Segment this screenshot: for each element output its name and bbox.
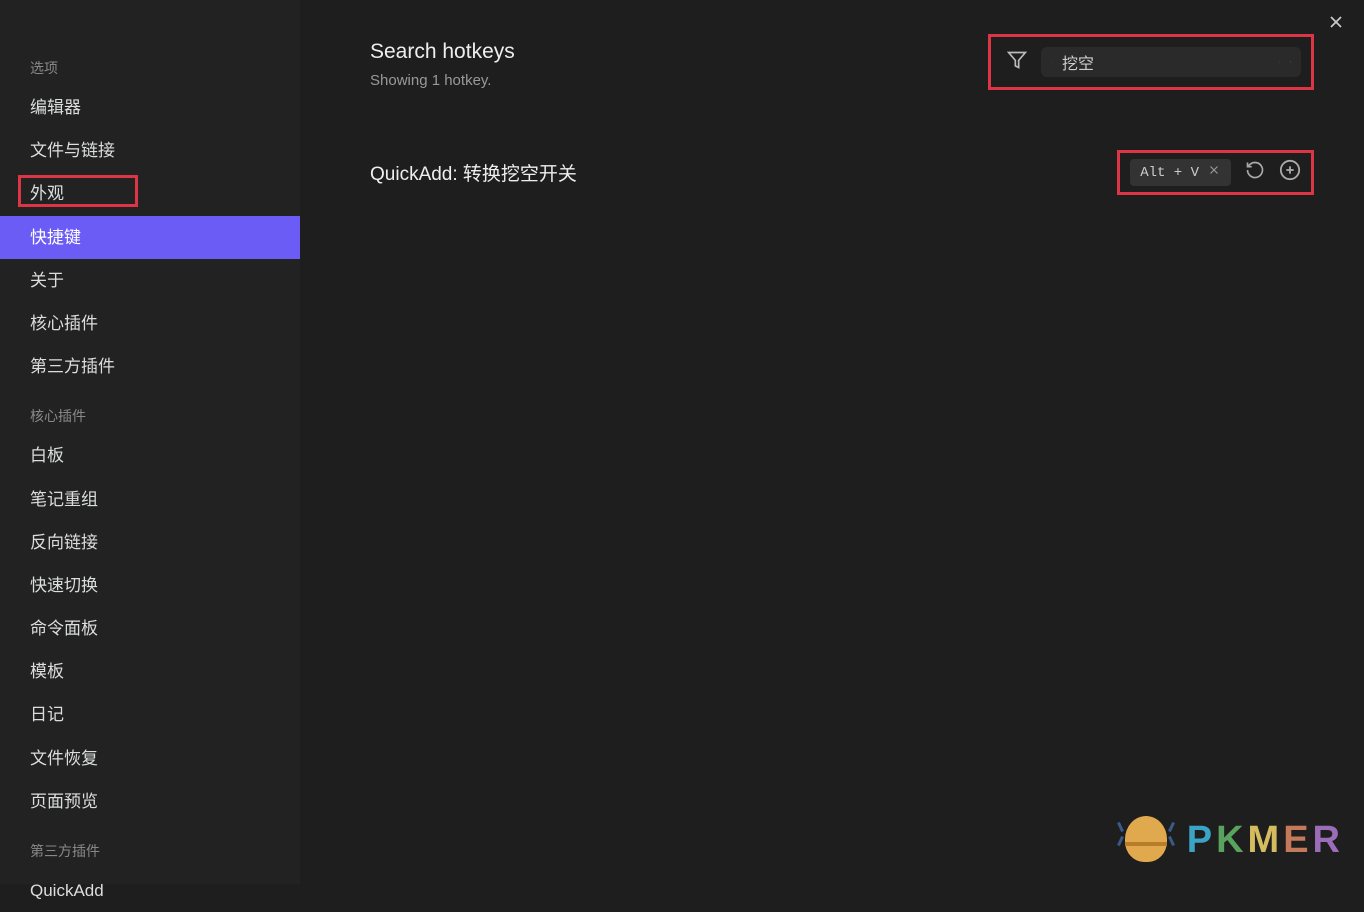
close-button[interactable] bbox=[1326, 12, 1346, 37]
keyboard-icon[interactable] bbox=[1279, 53, 1280, 71]
hotkey-badge: Alt + V bbox=[1130, 159, 1231, 186]
search-input[interactable] bbox=[1062, 53, 1269, 71]
watermark: PKMER bbox=[1119, 816, 1344, 864]
search-icon bbox=[1051, 53, 1052, 71]
sidebar-item[interactable]: 反向链接 bbox=[0, 521, 300, 564]
search-area bbox=[988, 34, 1314, 90]
sidebar-item[interactable]: 快捷键 bbox=[0, 216, 300, 259]
hotkey-row: QuickAdd: 转换挖空开关 Alt + V bbox=[370, 150, 1314, 195]
sidebar-item[interactable]: 命令面板 bbox=[0, 607, 300, 650]
sidebar-item[interactable]: 笔记重组 bbox=[0, 478, 300, 521]
hotkey-count: Showing 1 hotkey. bbox=[370, 72, 515, 89]
settings-sidebar: 选项编辑器文件与链接外观快捷键关于核心插件第三方插件核心插件白板笔记重组反向链接… bbox=[0, 0, 300, 884]
sidebar-item[interactable]: 文件恢复 bbox=[0, 737, 300, 780]
hotkey-controls: Alt + V bbox=[1117, 150, 1314, 195]
sidebar-section-header: 核心插件 bbox=[0, 398, 300, 434]
sidebar-item[interactable]: 快速切换 bbox=[0, 564, 300, 607]
sidebar-item[interactable]: 外观 bbox=[0, 172, 300, 215]
sidebar-item[interactable]: 第三方插件 bbox=[0, 345, 300, 388]
sidebar-item[interactable]: 日记 bbox=[0, 693, 300, 736]
reset-hotkey-icon[interactable] bbox=[1245, 160, 1265, 185]
sidebar-item[interactable]: QuickAdd bbox=[0, 869, 300, 912]
filter-icon[interactable] bbox=[1007, 50, 1027, 75]
hotkey-binding-text: Alt + V bbox=[1140, 165, 1199, 181]
sidebar-item[interactable]: 文件与链接 bbox=[0, 129, 300, 172]
remove-hotkey-icon[interactable] bbox=[1207, 163, 1221, 182]
sidebar-section-header: 第三方插件 bbox=[0, 833, 300, 869]
search-box bbox=[1041, 47, 1301, 77]
sidebar-section-header: 选项 bbox=[0, 50, 300, 86]
sidebar-item[interactable]: 编辑器 bbox=[0, 86, 300, 129]
sidebar-item[interactable]: 白板 bbox=[0, 434, 300, 477]
hotkey-command-label: QuickAdd: 转换挖空开关 bbox=[370, 159, 577, 186]
watermark-text: PKMER bbox=[1187, 819, 1344, 862]
clear-search-icon[interactable] bbox=[1290, 53, 1291, 71]
page-title: Search hotkeys bbox=[370, 40, 515, 64]
settings-main: Search hotkeys Showing 1 hotkey. QuickAd… bbox=[300, 0, 1364, 884]
sidebar-item[interactable]: 页面预览 bbox=[0, 780, 300, 823]
sidebar-item[interactable]: 关于 bbox=[0, 259, 300, 302]
sidebar-item[interactable]: 核心插件 bbox=[0, 302, 300, 345]
sidebar-item[interactable]: 模板 bbox=[0, 650, 300, 693]
watermark-logo-icon bbox=[1119, 816, 1173, 864]
add-hotkey-icon[interactable] bbox=[1279, 159, 1301, 186]
